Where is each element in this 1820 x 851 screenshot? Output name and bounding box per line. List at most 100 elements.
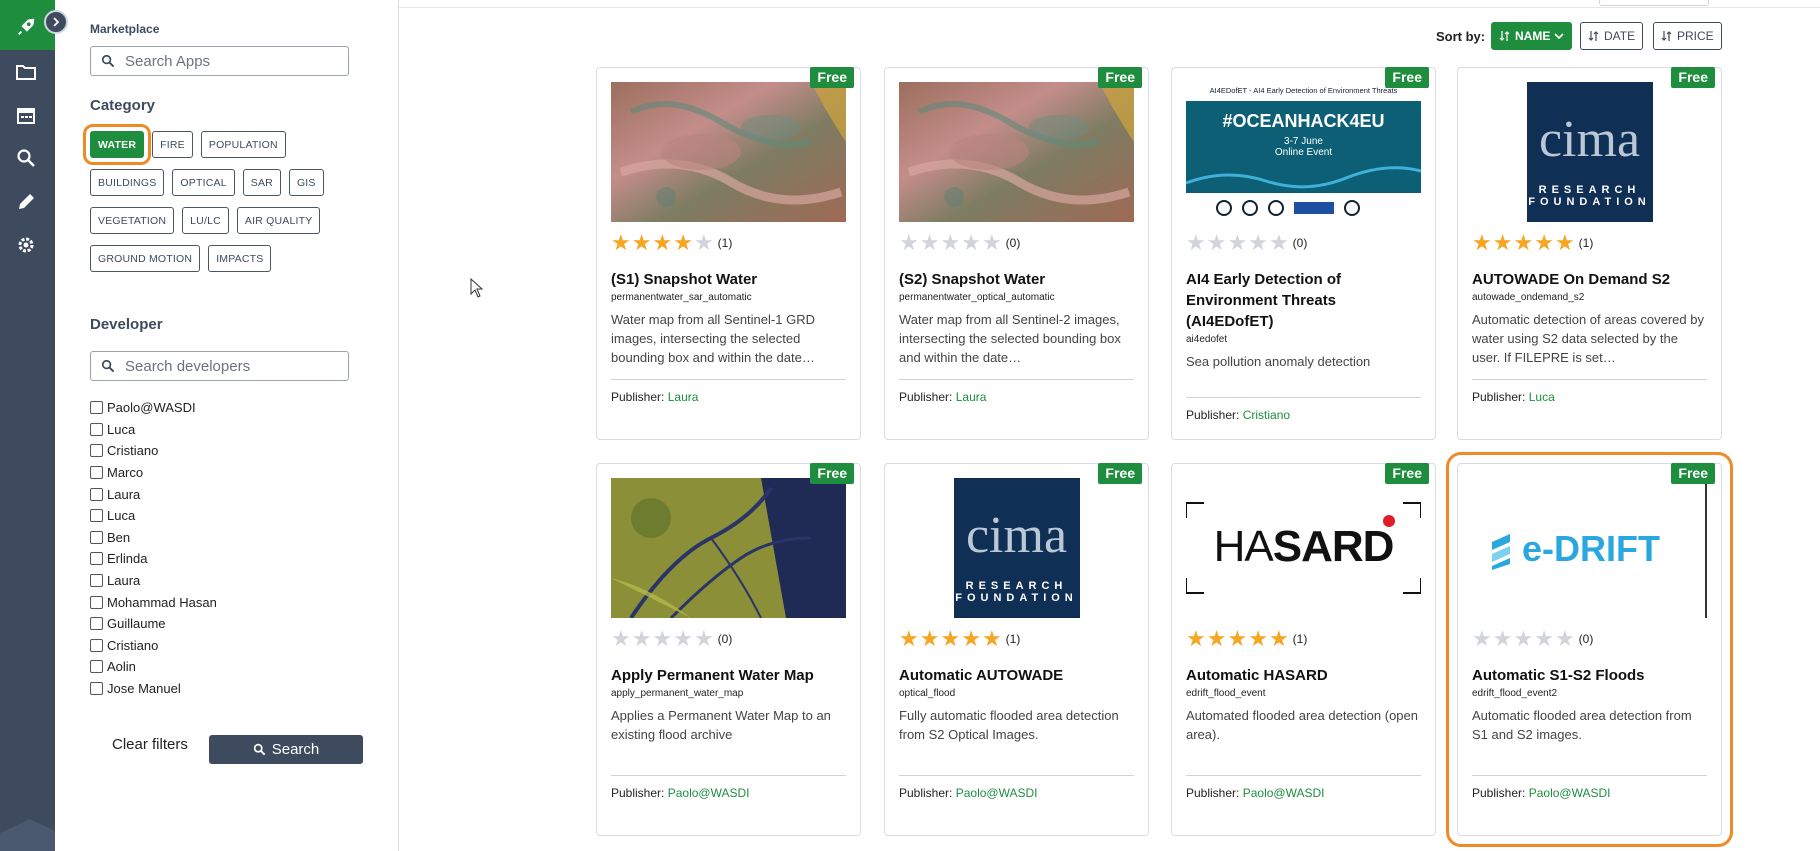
star-icon[interactable]: ★ — [1227, 232, 1247, 254]
sort-price-button[interactable]: PRICE — [1653, 22, 1722, 50]
collapse-sidebar-button[interactable] — [44, 10, 68, 34]
star-icon[interactable]: ★ — [652, 628, 672, 650]
publisher-name[interactable]: Laura — [956, 390, 987, 404]
category-chip-fire[interactable]: FIRE — [152, 131, 193, 158]
search-button[interactable]: Search — [209, 735, 363, 764]
star-icon[interactable]: ★ — [940, 628, 960, 650]
app-thumbnail[interactable] — [899, 82, 1134, 222]
star-icon[interactable]: ★ — [1269, 232, 1289, 254]
star-icon[interactable]: ★ — [632, 232, 652, 254]
star-icon[interactable]: ★ — [1534, 232, 1554, 254]
star-icon[interactable]: ★ — [961, 628, 981, 650]
star-icon[interactable]: ★ — [920, 628, 940, 650]
developer-checkbox-item[interactable]: Luca — [90, 505, 217, 527]
developer-checkbox-item[interactable]: Aolin — [90, 656, 217, 678]
star-icon[interactable]: ★ — [1207, 628, 1227, 650]
developer-checkbox-item[interactable]: Laura — [90, 570, 217, 592]
category-chip-gis[interactable]: GIS — [288, 169, 324, 196]
star-icon[interactable]: ★ — [1513, 232, 1533, 254]
app-card[interactable]: Free ★ ★ ★ ★ ★ (1) (S1) Snapshot Water permanent… — [596, 67, 861, 440]
app-thumbnail[interactable]: AI4EDofET - AI4 Early Detection of Envir… — [1186, 82, 1421, 222]
star-icon[interactable]: ★ — [1555, 628, 1575, 650]
checkbox[interactable] — [90, 466, 103, 480]
checkbox[interactable] — [90, 574, 103, 588]
publisher-name[interactable]: Paolo@WASDI — [668, 786, 750, 800]
sort-date-button[interactable]: DATE — [1580, 22, 1644, 50]
star-icon[interactable]: ★ — [1493, 232, 1513, 254]
app-thumbnail[interactable]: cima RESEARCH FOUNDATION — [899, 478, 1134, 618]
app-card[interactable]: HASARD Free ★ ★ ★ ★ ★ (1) Automatic HASARD edrift… — [1171, 463, 1436, 836]
checkbox[interactable] — [90, 617, 103, 631]
folder-icon[interactable] — [13, 59, 39, 85]
developer-checkbox-item[interactable]: Laura — [90, 483, 217, 505]
app-title[interactable]: Automatic S1-S2 Floods — [1472, 665, 1712, 686]
star-icon[interactable]: ★ — [961, 232, 981, 254]
star-icon[interactable]: ★ — [694, 628, 714, 650]
star-icon[interactable]: ★ — [611, 628, 631, 650]
category-chip-population[interactable]: POPULATION — [200, 131, 286, 158]
developer-checkbox-item[interactable]: Guillaume — [90, 613, 217, 635]
developer-checkbox-item[interactable]: Erlinda — [90, 548, 217, 570]
app-title[interactable]: AUTOWADE On Demand S2 — [1472, 269, 1712, 290]
star-icon[interactable]: ★ — [920, 232, 940, 254]
star-icon[interactable]: ★ — [1472, 232, 1492, 254]
star-icon[interactable]: ★ — [1186, 232, 1206, 254]
star-icon[interactable]: ★ — [673, 628, 693, 650]
star-icon[interactable]: ★ — [1534, 628, 1554, 650]
checkbox[interactable] — [90, 422, 103, 436]
app-thumbnail[interactable]: e-DRIFT — [1472, 478, 1707, 618]
star-icon[interactable]: ★ — [1248, 628, 1268, 650]
calendar-icon[interactable] — [13, 102, 39, 128]
star-icon[interactable]: ★ — [611, 232, 631, 254]
publisher-name[interactable]: Paolo@WASDI — [1243, 786, 1325, 800]
clear-filters-button[interactable]: Clear filters — [112, 736, 188, 753]
app-title[interactable]: Apply Permanent Water Map — [611, 665, 851, 686]
developer-checkbox-item[interactable]: Paolo@WASDI — [90, 397, 217, 419]
publisher-name[interactable]: Cristiano — [1243, 408, 1290, 422]
checkbox[interactable] — [90, 682, 103, 696]
star-icon[interactable]: ★ — [1186, 628, 1206, 650]
developer-checkbox-item[interactable]: Marco — [90, 462, 217, 484]
pencil-icon[interactable] — [13, 189, 39, 215]
category-chip-lulc[interactable]: LU/LC — [182, 207, 229, 234]
category-chip-optical[interactable]: OPTICAL — [172, 169, 235, 196]
checkbox[interactable] — [90, 444, 103, 458]
developer-checkbox-item[interactable]: Cristiano — [90, 440, 217, 462]
checkbox[interactable] — [90, 552, 103, 566]
checkbox[interactable] — [90, 595, 103, 609]
search-icon[interactable] — [13, 145, 39, 171]
developer-checkbox-item[interactable]: Jose Manuel — [90, 678, 217, 700]
checkbox[interactable] — [90, 660, 103, 674]
app-thumbnail[interactable] — [611, 478, 846, 618]
checkbox[interactable] — [90, 638, 103, 652]
star-icon[interactable]: ★ — [899, 232, 919, 254]
star-icon[interactable]: ★ — [673, 232, 693, 254]
category-chip-sar[interactable]: SAR — [242, 169, 281, 196]
app-card[interactable]: AI4EDofET - AI4 Early Detection of Envir… — [1171, 67, 1436, 440]
app-card[interactable]: cima RESEARCH FOUNDATION Free ★ ★ ★ ★ ★ (1) AUTOWA… — [1457, 67, 1722, 440]
developer-checkbox-item[interactable]: Mohammad Hasan — [90, 591, 217, 613]
star-icon[interactable]: ★ — [1207, 232, 1227, 254]
publisher-name[interactable]: Paolo@WASDI — [956, 786, 1038, 800]
category-chip-impacts[interactable]: IMPACTS — [208, 245, 272, 272]
publisher-name[interactable]: Luca — [1529, 390, 1555, 404]
search-apps-input[interactable]: Search Apps — [90, 46, 349, 76]
star-icon[interactable]: ★ — [652, 232, 672, 254]
star-icon[interactable]: ★ — [982, 628, 1002, 650]
publisher-name[interactable]: Paolo@WASDI — [1529, 786, 1611, 800]
star-icon[interactable]: ★ — [632, 628, 652, 650]
top-control[interactable] — [1599, 0, 1709, 6]
app-card[interactable]: cima RESEARCH FOUNDATION Free ★ ★ ★ ★ ★ (1) Automa… — [884, 463, 1149, 836]
search-developers-input[interactable]: Search developers — [90, 351, 349, 381]
rocket-icon[interactable] — [13, 14, 39, 40]
developer-checkbox-item[interactable]: Cristiano — [90, 635, 217, 657]
app-thumbnail[interactable] — [611, 82, 846, 222]
star-icon[interactable]: ★ — [1555, 232, 1575, 254]
app-title[interactable]: Automatic AUTOWADE — [899, 665, 1139, 686]
developer-checkbox-item[interactable]: Ben — [90, 527, 217, 549]
star-icon[interactable]: ★ — [1493, 628, 1513, 650]
checkbox[interactable] — [90, 530, 103, 544]
checkbox[interactable] — [90, 487, 103, 501]
star-icon[interactable]: ★ — [940, 232, 960, 254]
star-icon[interactable]: ★ — [694, 232, 714, 254]
